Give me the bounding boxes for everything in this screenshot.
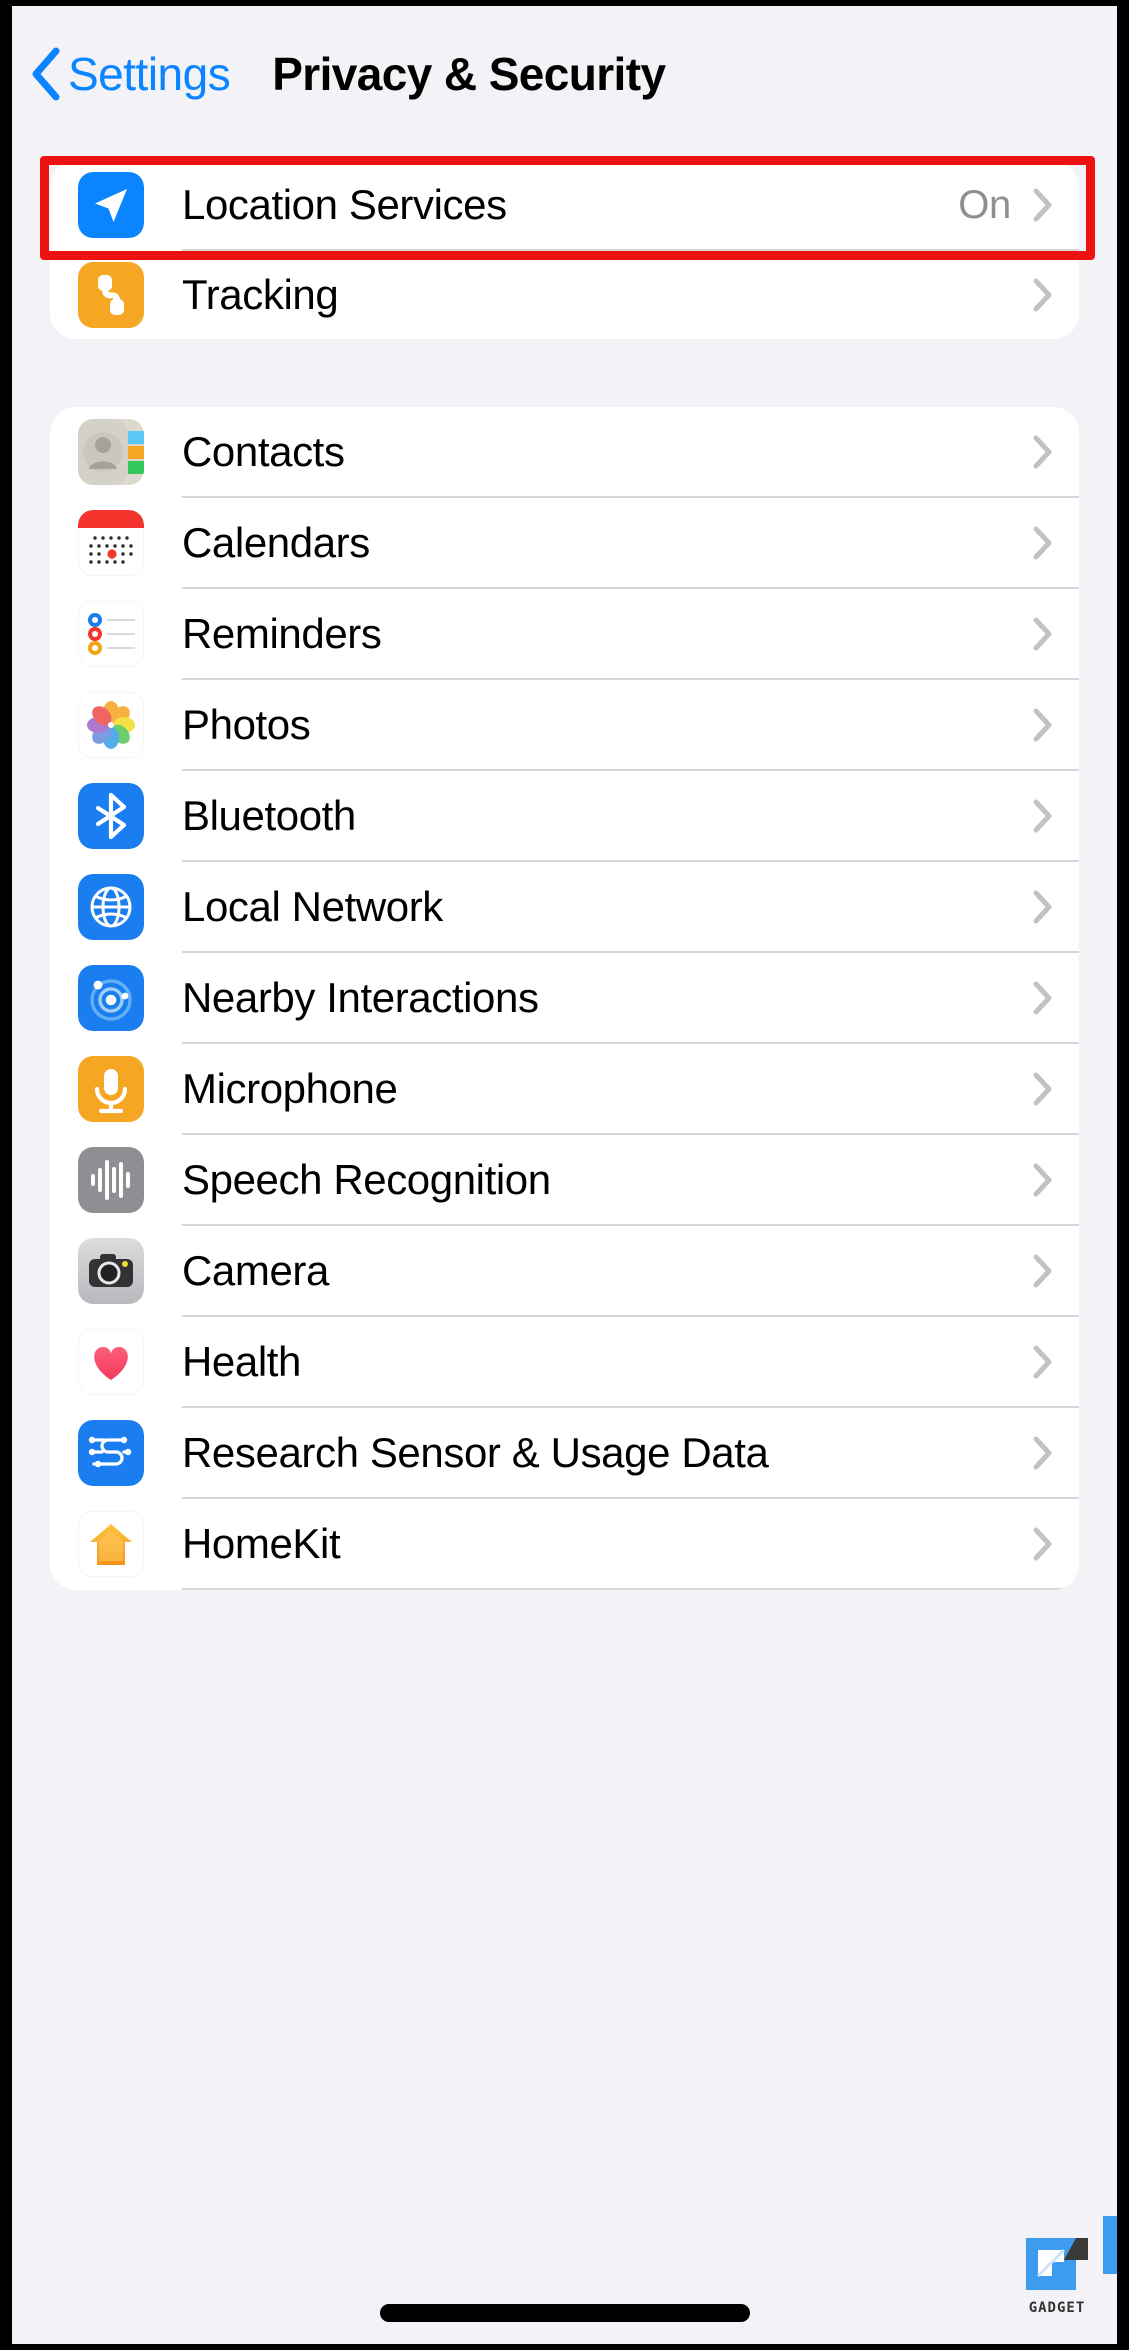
settings-row-research-sensor-usage-data[interactable]: Research Sensor & Usage Data [50,1408,1079,1497]
settings-row-calendars[interactable]: Calendars [50,498,1079,587]
back-button-settings[interactable]: Settings [30,47,231,101]
photos-icon [78,691,144,758]
camera-icon [78,1237,144,1304]
settings-row-label: Location Services [182,181,507,228]
microphone-icon [78,1055,144,1122]
settings-row-camera[interactable]: Camera [50,1226,1079,1315]
chevron-right-icon [1033,435,1052,468]
back-button-label: Settings [68,47,231,100]
settings-row-label: Reminders [182,609,382,657]
settings-row-bluetooth[interactable]: Bluetooth [50,771,1079,860]
settings-row-label: Health [182,1337,302,1385]
settings-row-label: Bluetooth [182,791,356,839]
chevron-right-icon [1033,188,1052,222]
chevron-right-icon [1033,1254,1052,1287]
chevron-right-icon [1033,1436,1052,1469]
settings-row-label: Speech Recognition [182,1155,551,1203]
calendar-icon [78,509,144,576]
chevron-right-icon [1033,1527,1052,1560]
settings-row-nearby-interactions[interactable]: Nearby Interactions [50,953,1079,1042]
home-indicator[interactable] [379,2304,750,2322]
chevron-right-icon [1033,278,1052,312]
settings-row-location-services[interactable]: Location Services On [50,161,1079,249]
chevron-right-icon [1033,981,1052,1014]
research-sensor-icon [78,1419,144,1486]
phone-screen: Settings Privacy & Security Location Ser… [0,0,1129,2350]
settings-group-privacy-primary: Location Services On Tracking [50,161,1079,339]
settings-group-app-privacy: Contacts Calendars Reminders Photos Blue… [50,407,1079,1590]
globe-icon [78,873,144,940]
waveform-icon [78,1146,144,1213]
contacts-icon [78,418,144,485]
homekit-icon [78,1510,144,1577]
location-services-status-value: On [958,182,1011,227]
settings-row-label: Calendars [182,518,370,566]
bluetooth-icon [78,782,144,849]
settings-row-photos[interactable]: Photos [50,680,1079,769]
tracking-icon [78,262,144,328]
chevron-right-icon [1033,617,1052,650]
settings-row-label: Microphone [182,1064,398,1112]
settings-row-label: Local Network [182,882,443,930]
nearby-interactions-icon [78,964,144,1031]
watermark-bar [1103,2216,1117,2274]
settings-row-tracking[interactable]: Tracking [50,251,1079,339]
settings-row-contacts[interactable]: Contacts [50,407,1079,496]
settings-row-health[interactable]: Health [50,1317,1079,1406]
settings-row-label: Nearby Interactions [182,973,539,1021]
chevron-right-icon [1033,890,1052,923]
chevron-right-icon [1033,1345,1052,1378]
row-separator [182,1588,1079,1590]
location-arrow-icon [78,172,144,238]
chevron-right-icon [1033,1163,1052,1196]
heart-icon [78,1328,144,1395]
settings-row-label: Camera [182,1246,329,1294]
settings-row-local-network[interactable]: Local Network [50,862,1079,951]
settings-row-label: Research Sensor & Usage Data [182,1428,769,1476]
settings-row-speech-recognition[interactable]: Speech Recognition [50,1135,1079,1224]
watermark-gadget: GADGET [1015,2232,1099,2316]
gadget-logo-icon [1026,2238,1088,2290]
settings-row-label: HomeKit [182,1519,341,1567]
reminders-icon [78,600,144,667]
settings-row-label: Photos [182,700,311,748]
chevron-left-icon [32,47,60,100]
chevron-right-icon [1033,1072,1052,1105]
chevron-right-icon [1033,799,1052,832]
settings-row-microphone[interactable]: Microphone [50,1044,1079,1133]
settings-row-label: Contacts [182,427,345,475]
chevron-right-icon [1033,708,1052,741]
chevron-right-icon [1033,526,1052,559]
page-title: Privacy & Security [272,47,666,100]
navigation-bar: Settings Privacy & Security [12,6,1117,141]
settings-row-homekit[interactable]: HomeKit [50,1499,1079,1588]
watermark-label: GADGET [1028,2300,1086,2316]
settings-row-reminders[interactable]: Reminders [50,589,1079,678]
settings-row-label: Tracking [182,271,339,318]
